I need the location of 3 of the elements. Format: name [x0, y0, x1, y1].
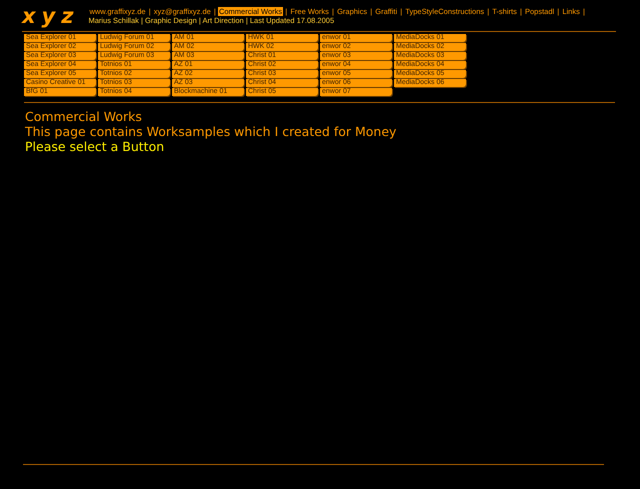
page-title: Commercial Works [25, 109, 143, 124]
page-description: This page contains Worksamples which I created for Money [25, 124, 398, 139]
prompt-text: Please select a Button [25, 139, 166, 154]
